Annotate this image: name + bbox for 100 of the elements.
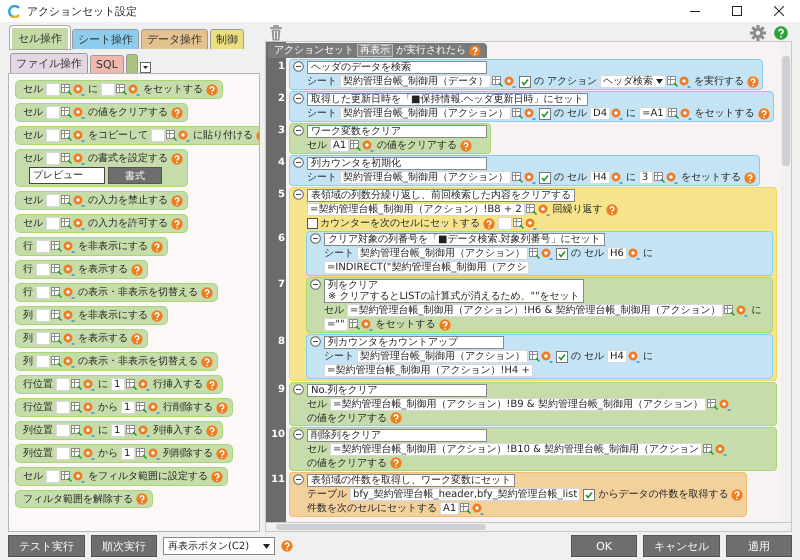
collapse-icon[interactable] (310, 336, 321, 347)
horizontal-scrollbar[interactable] (265, 523, 792, 532)
lookup-icon[interactable] (525, 218, 537, 230)
collapse-icon[interactable] (310, 279, 321, 290)
input-field[interactable]: =A1 (639, 107, 667, 120)
grid-cursor-icon[interactable] (61, 218, 72, 229)
input-field[interactable]: bfy_契約管理台帳_header,bfy_契約管理台帳_list (350, 488, 580, 501)
help-icon[interactable] (151, 310, 163, 322)
lookup-icon[interactable] (538, 204, 550, 216)
help-icon[interactable] (201, 356, 213, 368)
grid-cursor-icon[interactable] (51, 264, 62, 275)
help-icon[interactable] (171, 194, 183, 206)
grid-cursor-icon[interactable] (61, 84, 72, 95)
tab[interactable]: データ操作 (141, 29, 208, 49)
check-icon[interactable] (556, 248, 568, 260)
help-icon[interactable] (201, 286, 213, 298)
help-icon[interactable] (390, 412, 402, 424)
comment-field[interactable]: 列カウンタをカウントアップ (324, 336, 504, 349)
grid-cursor-icon[interactable] (51, 287, 62, 298)
lookup-icon[interactable] (73, 218, 85, 230)
grid-cursor-icon[interactable] (61, 107, 72, 118)
lookup-icon[interactable] (148, 448, 160, 460)
help-icon[interactable] (606, 204, 618, 216)
lookup-icon[interactable] (680, 108, 692, 120)
input-field[interactable] (498, 217, 512, 230)
input-field[interactable] (46, 470, 60, 483)
settings-icon[interactable] (750, 24, 766, 40)
palette-block[interactable]: 列 の表示・非表示を切替える (15, 352, 218, 371)
help-icon[interactable] (758, 108, 770, 120)
grid-cursor-icon[interactable] (667, 76, 678, 87)
lookup-icon[interactable] (718, 398, 731, 410)
comment-field[interactable]: 表領域の件数を取得し、ワーク変数にセット (307, 474, 515, 487)
palette-block[interactable]: セル をコピーして に貼り付ける (15, 126, 259, 145)
grid-cursor-icon[interactable] (724, 305, 736, 316)
comment-field[interactable]: 列をクリア ※ クリアするとLISTの計算式が消えるため、""をセット (324, 279, 584, 303)
palette-block[interactable]: 列 を非表示にする (15, 306, 168, 325)
collapse-icon[interactable] (293, 384, 304, 395)
help-icon[interactable] (206, 378, 218, 390)
input-field[interactable] (56, 447, 70, 460)
palette-block[interactable]: セル の書式を設定する プレビュー 書式 (15, 149, 188, 187)
lookup-icon[interactable] (666, 172, 678, 184)
scroll-thumb[interactable] (276, 524, 486, 530)
comment-field[interactable]: ヘッダのデータを検索 (307, 61, 487, 74)
collapse-icon[interactable] (310, 233, 321, 244)
input-field[interactable] (46, 194, 60, 207)
input-field[interactable] (36, 309, 50, 322)
tab[interactable]: セル操作 (10, 26, 70, 49)
check-icon[interactable] (539, 108, 551, 120)
grid-cursor-icon[interactable] (51, 333, 62, 344)
grid-cursor-icon[interactable] (348, 319, 360, 330)
help-icon[interactable] (216, 402, 228, 414)
lookup-icon[interactable] (73, 194, 85, 206)
grid-cursor-icon[interactable] (71, 425, 82, 436)
grid-cursor-icon[interactable] (51, 241, 62, 252)
input-field[interactable] (46, 129, 60, 142)
lookup-icon[interactable] (63, 356, 75, 368)
close-icon[interactable] (774, 6, 784, 16)
input-field[interactable] (46, 152, 60, 165)
collapse-icon[interactable] (293, 429, 304, 440)
lookup-icon[interactable] (541, 350, 553, 362)
lookup-icon[interactable] (138, 424, 150, 436)
collapse-icon[interactable] (293, 61, 304, 72)
run-button[interactable]: 順次実行 (91, 535, 157, 557)
palette-block[interactable]: 行 の表示・非表示を切替える (15, 283, 218, 302)
input-field[interactable]: 1 (121, 401, 135, 414)
help-icon[interactable] (131, 264, 143, 276)
help-icon[interactable] (131, 332, 143, 344)
grid-cursor-icon[interactable] (706, 399, 718, 410)
comment-field[interactable]: ワーク変数をクリア (307, 125, 487, 138)
grid-cursor-icon[interactable] (529, 351, 540, 362)
collapse-icon[interactable] (293, 474, 304, 485)
grid-cursor-icon[interactable] (529, 248, 540, 259)
palette-block[interactable]: フィルタ範囲を解除する (15, 490, 153, 508)
lookup-icon[interactable] (472, 502, 484, 514)
dialog-button[interactable]: 適用 (726, 535, 792, 557)
grid-cursor-icon[interactable] (71, 402, 82, 413)
lookup-icon[interactable] (138, 378, 150, 390)
grid-cursor-icon[interactable] (61, 130, 72, 141)
vertical-scrollbar[interactable] (781, 42, 791, 522)
lookup-icon[interactable] (611, 108, 624, 120)
lookup-icon[interactable] (628, 350, 640, 362)
lookup-icon[interactable] (504, 76, 516, 88)
lookup-icon[interactable] (541, 248, 553, 260)
grid-cursor-icon[interactable] (512, 172, 523, 183)
format-button[interactable]: 書式 (108, 167, 162, 184)
comment-field[interactable]: 列カウンタを初期化 (307, 157, 487, 170)
input-field[interactable]: H6 (607, 247, 627, 260)
lookup-icon[interactable] (736, 304, 748, 316)
help-icon[interactable] (460, 140, 472, 152)
lookup-icon[interactable] (360, 318, 373, 330)
grid-cursor-icon[interactable] (703, 444, 714, 455)
input-field[interactable]: 契約管理台帳_制御用（データ） (340, 75, 491, 88)
help-icon[interactable] (281, 540, 293, 552)
input-field[interactable]: 契約管理台帳_制御用（アクション） (340, 171, 511, 184)
help-icon[interactable] (483, 218, 495, 230)
palette-block[interactable]: 列 を表示する (15, 329, 148, 348)
lookup-icon[interactable] (83, 448, 95, 460)
help-icon[interactable] (151, 240, 163, 252)
comment-field[interactable]: 表領域の列数分繰り返し、前回検索した内容をクリアする (307, 189, 575, 202)
collapse-icon[interactable] (293, 93, 304, 104)
